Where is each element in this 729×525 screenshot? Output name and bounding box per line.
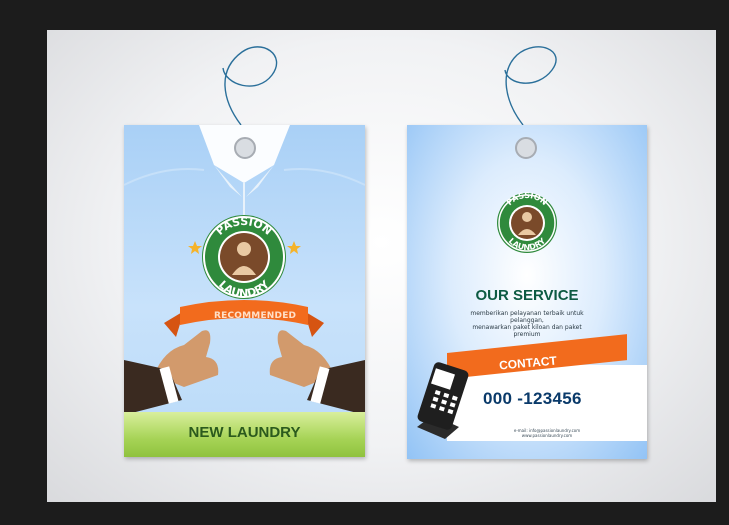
new-laundry-band: NEW LAUNDRY (124, 412, 365, 457)
laundry-tag-back: PASSION LAUNDRY OUR SERVICE memberikan p… (407, 125, 647, 459)
description-line: pelanggan, (510, 317, 544, 324)
description-line: menawarkan paket kiloan dan paket (472, 324, 582, 331)
service-title: OUR SERVICE (475, 287, 579, 304)
contact-phone: 000 -123456 (483, 389, 582, 408)
seal-bottom-text: LAUNDRY (216, 277, 273, 300)
dark-frame: PASSION LAUNDRY RECOMMENDED NEW LAUNDRY (0, 0, 729, 525)
new-laundry-label: NEW LAUNDRY (188, 424, 301, 441)
small-print: e-mail: info@passionlaundry.com www.pass… (467, 428, 627, 438)
seal-top-text: PASSION (213, 215, 274, 238)
svg-text:LAUNDRY: LAUNDRY (216, 277, 273, 300)
svg-text:PASSION: PASSION (213, 215, 274, 238)
seal-lettering: PASSION LAUNDRY (213, 215, 274, 300)
description-line: premium (513, 331, 541, 338)
mockup-panel: PASSION LAUNDRY RECOMMENDED NEW LAUNDRY (47, 30, 716, 502)
service-description: memberikan pelayanan terbaik untuk pelan… (447, 310, 607, 338)
description-line: memberikan pelayanan terbaik untuk (470, 310, 584, 317)
laundry-tag-front: PASSION LAUNDRY RECOMMENDED NEW LAUNDRY (124, 125, 365, 457)
recommended-banner: RECOMMENDED (214, 311, 297, 321)
small-print-line: www.passionlaundry.com (521, 433, 573, 438)
tag-hole (234, 137, 256, 159)
